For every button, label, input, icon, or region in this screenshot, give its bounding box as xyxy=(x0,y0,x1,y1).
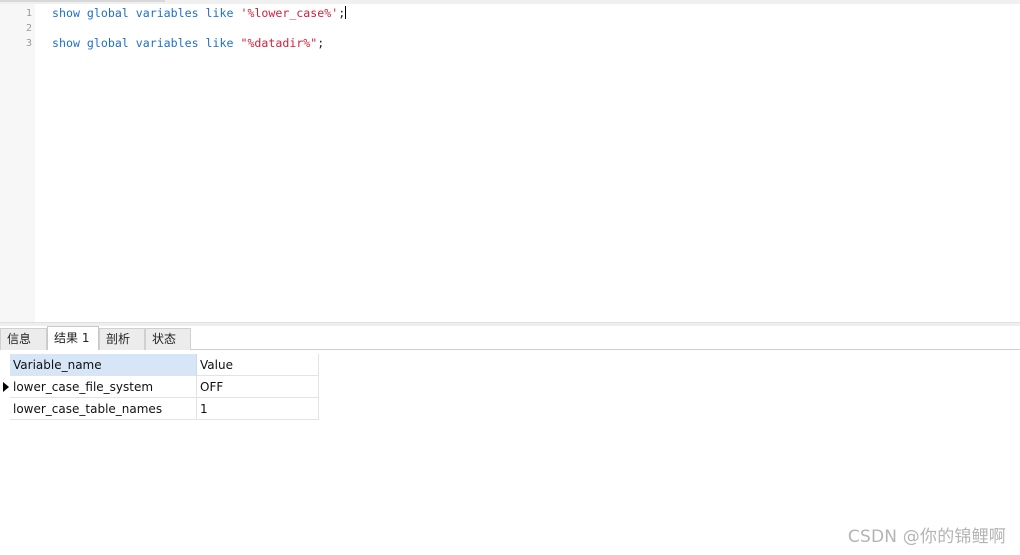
code-line[interactable]: 2 xyxy=(0,21,1020,36)
line-number: 1 xyxy=(25,8,32,19)
sql-string: '%lower_case%' xyxy=(240,6,339,20)
editor-top-border xyxy=(0,0,1020,4)
table-row[interactable]: lower_case_table_names 1 xyxy=(0,398,319,420)
table-cell[interactable]: lower_case_file_system xyxy=(10,376,197,398)
tab-result-1[interactable]: 结果 1 xyxy=(47,326,99,350)
table-cell[interactable]: 1 xyxy=(197,398,319,420)
line-number: 3 xyxy=(25,38,32,49)
table-cell[interactable]: lower_case_table_names xyxy=(10,398,197,420)
sql-terminator: ; xyxy=(338,6,346,20)
code-line[interactable]: 1 show global variables like '%lower_cas… xyxy=(0,6,1020,21)
watermark-text: CSDN @你的锦鲤啊 xyxy=(847,527,1006,547)
sql-keywords: show global variables like xyxy=(52,36,241,50)
text-caret xyxy=(345,6,347,19)
row-selector xyxy=(0,398,10,420)
column-header-variable-name[interactable]: Variable_name xyxy=(10,354,197,376)
code-line[interactable]: 3 show global variables like "%datadir%"… xyxy=(0,36,1020,51)
sql-terminator: ; xyxy=(317,36,325,50)
grid-header-row: Variable_name Value xyxy=(0,354,319,376)
line-number: 2 xyxy=(25,23,32,34)
sql-editor[interactable]: 1 show global variables like '%lower_cas… xyxy=(0,0,1020,322)
column-header-value[interactable]: Value xyxy=(197,354,319,376)
query-tab-indicator xyxy=(0,0,165,2)
code-text[interactable]: show global variables like "%datadir%"; xyxy=(52,36,324,51)
sql-keywords: show global variables like xyxy=(52,6,241,20)
line-number-gutter xyxy=(0,4,35,322)
tab-info[interactable]: 信息 xyxy=(0,328,47,350)
sql-string: "%datadir%" xyxy=(240,36,318,50)
table-cell[interactable]: OFF xyxy=(197,376,319,398)
tab-profile[interactable]: 剖析 xyxy=(99,328,145,350)
current-row-indicator xyxy=(0,376,10,398)
table-row[interactable]: lower_case_file_system OFF xyxy=(0,376,319,398)
code-text[interactable]: show global variables like '%lower_case%… xyxy=(52,6,347,21)
tab-status[interactable]: 状态 xyxy=(145,328,191,350)
result-tab-bar: 信息 结果 1 剖析 状态 xyxy=(0,326,1020,350)
row-pointer-icon xyxy=(3,382,9,392)
